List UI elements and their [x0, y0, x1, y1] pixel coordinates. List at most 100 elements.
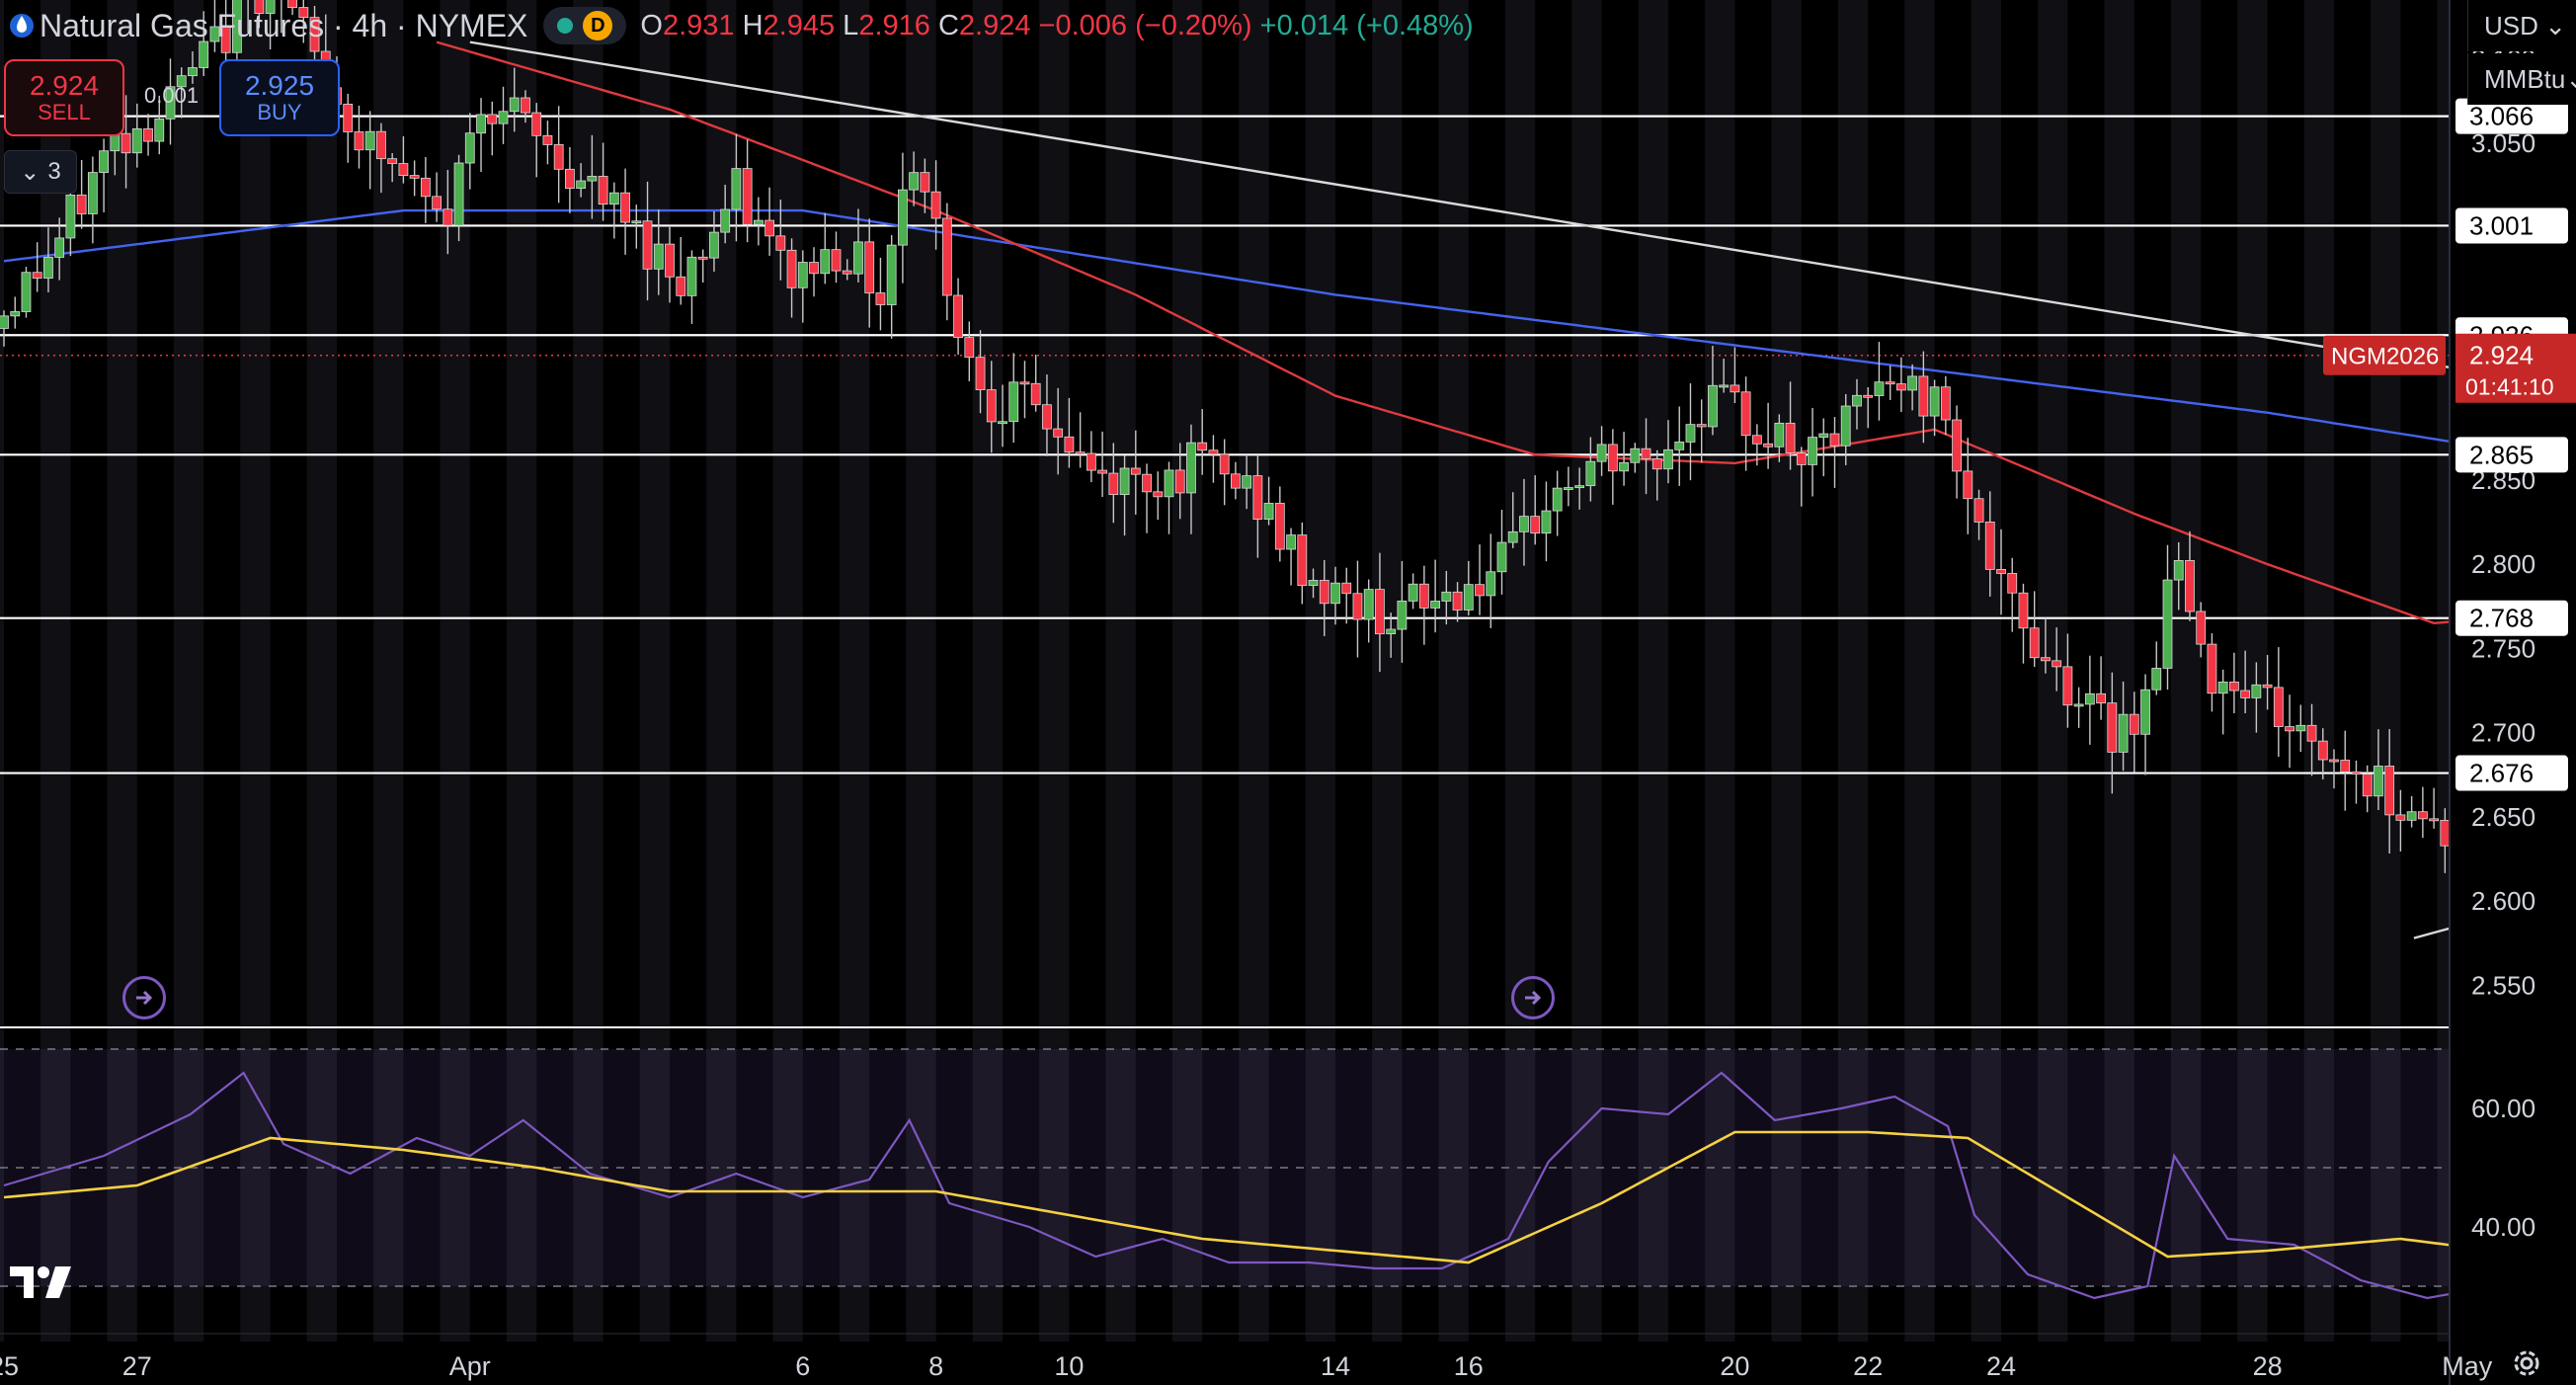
- candle-up[interactable]: [154, 118, 165, 142]
- candle-up[interactable]: [753, 219, 764, 225]
- candle-up[interactable]: [1119, 467, 1130, 496]
- candle-up[interactable]: [364, 130, 375, 151]
- candle-down[interactable]: [842, 270, 852, 275]
- candle-down[interactable]: [1108, 472, 1119, 496]
- candle-up[interactable]: [653, 243, 664, 270]
- candle-up[interactable]: [1507, 530, 1518, 543]
- candle-down[interactable]: [398, 163, 409, 177]
- candle-up[interactable]: [909, 172, 920, 191]
- candle-up[interactable]: [1186, 442, 1196, 494]
- candle-down[interactable]: [2429, 818, 2440, 822]
- chart-canvas[interactable]: 3.1003.0502.8502.8002.7502.7002.6502.600…: [0, 0, 2576, 1385]
- candle-down[interactable]: [1829, 433, 1840, 447]
- candle-up[interactable]: [2162, 579, 2173, 669]
- candle-down[interactable]: [642, 220, 653, 270]
- candle-down[interactable]: [2329, 759, 2339, 763]
- candle-down[interactable]: [121, 132, 131, 154]
- candle-up[interactable]: [509, 97, 520, 113]
- candle-down[interactable]: [432, 196, 443, 210]
- candle-up[interactable]: [54, 237, 65, 258]
- candle-down[interactable]: [2285, 726, 2294, 732]
- candle-down[interactable]: [1142, 473, 1152, 493]
- candle-down[interactable]: [1297, 534, 1308, 587]
- candle-up[interactable]: [2217, 681, 2228, 694]
- candle-up[interactable]: [10, 311, 21, 317]
- candle-up[interactable]: [1519, 516, 1529, 532]
- candle-down[interactable]: [1053, 428, 1064, 438]
- candle-down[interactable]: [565, 168, 575, 190]
- candle-up[interactable]: [1164, 469, 1174, 498]
- candle-down[interactable]: [76, 195, 87, 214]
- candle-up[interactable]: [1818, 433, 1829, 439]
- unit-selector[interactable]: MMBtu ⌄: [2467, 53, 2576, 105]
- candle-up[interactable]: [1386, 628, 1397, 635]
- candle-up[interactable]: [131, 127, 142, 154]
- candle-down[interactable]: [2041, 657, 2051, 662]
- symbol-title[interactable]: Natural Gas Futures · 4h · NYMEX: [40, 8, 527, 44]
- candle-down[interactable]: [831, 249, 842, 272]
- candle-up[interactable]: [1397, 600, 1408, 630]
- candle-down[interactable]: [964, 337, 975, 359]
- candle-up[interactable]: [476, 114, 486, 134]
- candle-down[interactable]: [2228, 681, 2239, 692]
- candle-down[interactable]: [1607, 444, 1618, 472]
- candle-up[interactable]: [1242, 475, 1252, 489]
- candle-down[interactable]: [786, 249, 797, 288]
- candle-down[interactable]: [1984, 522, 1995, 570]
- candle-up[interactable]: [1486, 571, 1496, 597]
- candle-down[interactable]: [2029, 627, 2040, 659]
- candle-up[interactable]: [1574, 485, 1585, 489]
- candle-up[interactable]: [2374, 766, 2383, 797]
- candle-up[interactable]: [1674, 441, 1685, 450]
- settings-gear-icon[interactable]: [2509, 1345, 2544, 1381]
- sell-button[interactable]: 2.924 SELL: [4, 59, 124, 136]
- candle-up[interactable]: [498, 111, 509, 124]
- candle-down[interactable]: [665, 243, 675, 278]
- candle-down[interactable]: [521, 97, 530, 114]
- candle-down[interactable]: [953, 294, 963, 339]
- candle-up[interactable]: [2251, 684, 2262, 698]
- candle-down[interactable]: [1940, 386, 1951, 421]
- candle-down[interactable]: [343, 104, 354, 132]
- candle-down[interactable]: [2018, 592, 2029, 629]
- candle-down[interactable]: [875, 292, 886, 305]
- candle-down[interactable]: [2262, 684, 2273, 689]
- candle-down[interactable]: [1475, 584, 1485, 597]
- candle-up[interactable]: [886, 244, 897, 305]
- candle-down[interactable]: [531, 112, 542, 136]
- buy-button[interactable]: 2.925 BUY: [219, 59, 340, 136]
- candle-down[interactable]: [1019, 381, 1030, 385]
- candle-up[interactable]: [1907, 375, 1918, 391]
- candle-down[interactable]: [143, 127, 153, 142]
- candle-up[interactable]: [1596, 444, 1607, 462]
- candle-up[interactable]: [21, 272, 32, 312]
- candle-up[interactable]: [99, 150, 109, 173]
- candle-down[interactable]: [1075, 451, 1086, 455]
- candle-down[interactable]: [1973, 498, 1984, 523]
- candle-down[interactable]: [487, 114, 498, 124]
- candle-down[interactable]: [620, 192, 630, 223]
- candle-down[interactable]: [1963, 470, 1973, 500]
- candle-up[interactable]: [1874, 381, 1885, 396]
- candle-down[interactable]: [1086, 452, 1096, 471]
- candle-up[interactable]: [820, 249, 831, 275]
- candle-up[interactable]: [1708, 384, 1718, 428]
- candle-up[interactable]: [464, 132, 475, 164]
- candle-down[interactable]: [1751, 435, 1762, 445]
- candle-up[interactable]: [1840, 405, 1851, 447]
- candle-up[interactable]: [731, 168, 742, 210]
- candle-down[interactable]: [864, 241, 875, 293]
- candle-down[interactable]: [676, 276, 686, 296]
- candle-down[interactable]: [376, 130, 386, 160]
- candle-down[interactable]: [920, 172, 930, 193]
- candle-down[interactable]: [2440, 819, 2451, 847]
- candle-down[interactable]: [742, 168, 753, 225]
- candle-up[interactable]: [1808, 437, 1817, 465]
- candle-down[interactable]: [2196, 611, 2207, 645]
- candle-down[interactable]: [1030, 382, 1041, 406]
- currency-selector[interactable]: USD ⌄: [2467, 0, 2576, 51]
- candle-up[interactable]: [1663, 448, 1673, 470]
- candle-up[interactable]: [797, 262, 808, 288]
- candle-down[interactable]: [1796, 452, 1807, 465]
- market-status[interactable]: D: [543, 7, 627, 44]
